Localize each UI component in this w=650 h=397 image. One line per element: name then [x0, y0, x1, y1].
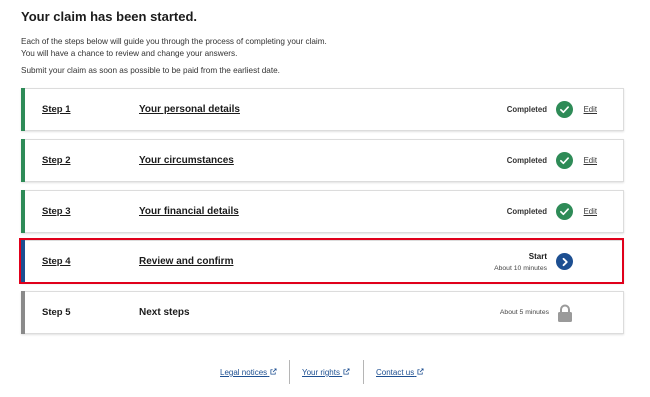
step-status-bar [21, 190, 25, 233]
step-3-number-link[interactable]: Step 3 [42, 206, 71, 217]
contact-us-label[interactable]: Contact us [376, 368, 414, 377]
check-icon [556, 101, 573, 118]
your-rights-label[interactable]: Your rights [302, 368, 340, 377]
step-card-1: Step 1 Your personal details Completed E… [21, 88, 624, 131]
external-link-icon [270, 368, 277, 375]
step-1-edit-link[interactable]: Edit [584, 105, 597, 114]
step-4-title-link[interactable]: Review and confirm [139, 256, 233, 267]
step-4-start-block: Start About 10 minutes [494, 252, 547, 272]
chevron-right-icon[interactable] [556, 253, 573, 270]
step-4-number-link[interactable]: Step 4 [42, 256, 71, 267]
legal-notices-label[interactable]: Legal notices [220, 368, 267, 377]
footer-divider [289, 360, 290, 384]
step-5-title: Next steps [139, 307, 190, 318]
step-status-bar [21, 139, 25, 182]
intro-line-2: You will have a chance to review and cha… [21, 49, 238, 58]
step-3-status: Completed [506, 207, 547, 216]
footer: Legal notices Your rights Contact us [0, 360, 650, 384]
step-status-bar [21, 291, 25, 334]
contact-us-link[interactable]: Contact us [376, 368, 425, 377]
step-2-edit-link[interactable]: Edit [584, 156, 597, 165]
step-2-number-link[interactable]: Step 2 [42, 155, 71, 166]
check-icon [556, 152, 573, 169]
external-link-icon [343, 368, 350, 375]
step-5-time-estimate: About 5 minutes [499, 309, 549, 316]
lock-icon [557, 304, 573, 323]
step-2-status: Completed [506, 156, 547, 165]
page-title: Your claim has been started. [21, 9, 198, 24]
step-card-5: Step 5 Next steps About 5 minutes [21, 291, 624, 334]
step-5-number: Step 5 [42, 307, 71, 318]
footer-divider [363, 360, 364, 384]
step-1-number-link[interactable]: Step 1 [42, 104, 71, 115]
step-1-status: Completed [506, 105, 547, 114]
your-rights-link[interactable]: Your rights [302, 368, 350, 377]
check-icon [556, 203, 573, 220]
step-status-bar [21, 240, 25, 283]
step-3-edit-link[interactable]: Edit [584, 207, 597, 216]
step-4-time-estimate: About 10 minutes [494, 265, 547, 272]
step-4-start-label[interactable]: Start [494, 252, 547, 261]
legal-notices-link[interactable]: Legal notices [220, 368, 277, 377]
step-card-2: Step 2 Your circumstances Completed Edit [21, 139, 624, 182]
intro-line-1: Each of the steps below will guide you t… [21, 37, 327, 46]
step-3-title-link[interactable]: Your financial details [139, 206, 239, 217]
step-2-title-link[interactable]: Your circumstances [139, 155, 234, 166]
step-card-4[interactable]: Step 4 Review and confirm Start About 10… [21, 240, 624, 283]
step-status-bar [21, 88, 25, 131]
intro-text: Each of the steps below will guide you t… [21, 36, 327, 60]
step-card-3: Step 3 Your financial details Completed … [21, 190, 624, 233]
step-1-title-link[interactable]: Your personal details [139, 104, 240, 115]
external-link-icon [417, 368, 425, 375]
intro-line-3: Submit your claim as soon as possible to… [21, 66, 280, 75]
